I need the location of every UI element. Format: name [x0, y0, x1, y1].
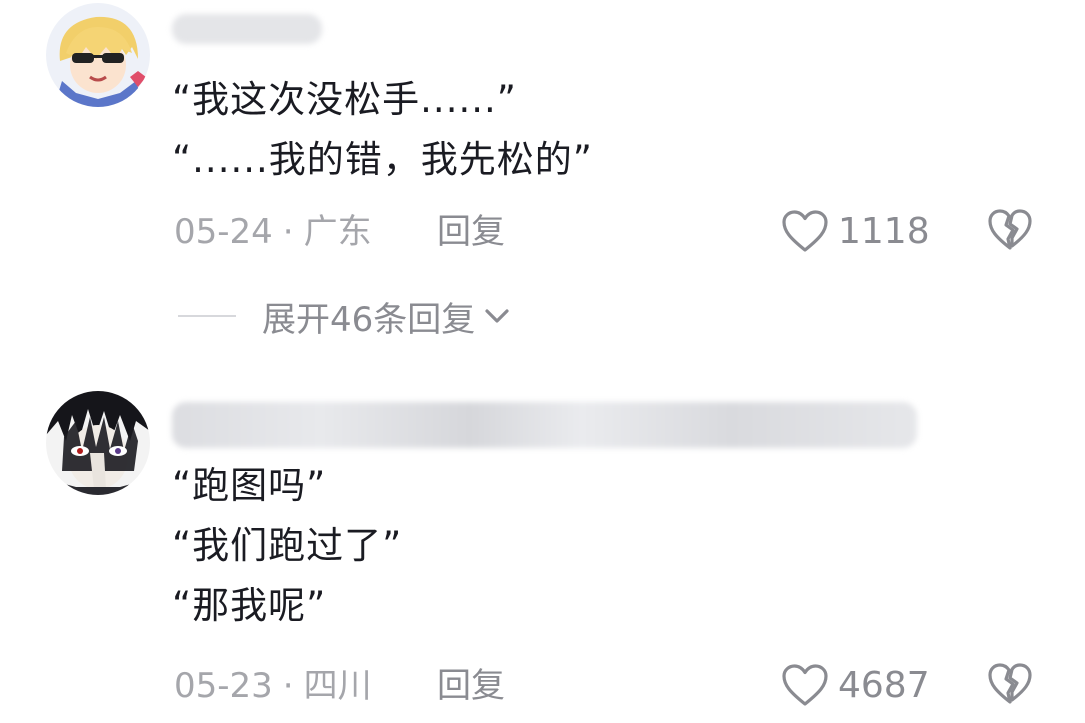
meta-separator: ·: [282, 212, 294, 252]
like-count: 1118: [838, 210, 930, 252]
comment-location: 广东: [303, 212, 372, 252]
expand-replies-button[interactable]: 展开46条回复: [178, 296, 511, 340]
avatar[interactable]: [46, 391, 150, 495]
comment-date: 05-23: [174, 666, 273, 706]
like-button[interactable]: 4687: [780, 660, 930, 710]
comment-line: “我们跑过了”: [172, 524, 403, 567]
comment-meta: 05-24 · 广东: [174, 212, 372, 252]
comment-line: “跑图吗”: [172, 464, 327, 507]
like-count: 4687: [838, 664, 930, 706]
blurred-username[interactable]: [172, 14, 322, 44]
comment-date: 05-24: [174, 212, 273, 252]
comment-item: “我这次没松手......” “......我的错，我先松的” 05-24 · 广东…: [0, 0, 1085, 260]
comment-line: “我这次没松手......”: [172, 78, 517, 121]
comment-text: “我这次没松手......” “......我的错，我先松的”: [172, 70, 593, 190]
like-button[interactable]: 1118: [780, 206, 930, 256]
meta-separator: ·: [282, 666, 294, 706]
broken-heart-icon: [988, 663, 1032, 704]
dislike-button[interactable]: [986, 206, 1034, 254]
reply-button[interactable]: 回复: [437, 212, 505, 252]
blurred-username[interactable]: [172, 402, 917, 448]
comment-location: 四川: [303, 666, 372, 706]
comment-meta: 05-23 · 四川: [174, 666, 372, 706]
divider: [178, 315, 236, 317]
comment-line: “......我的错，我先松的”: [172, 138, 593, 181]
reply-button[interactable]: 回复: [437, 666, 505, 706]
comment-item: “跑图吗” “我们跑过了” “那我呢” 05-23 · 四川 回复 4687: [0, 380, 1085, 723]
chevron-down-icon: [485, 309, 509, 323]
avatar[interactable]: [46, 3, 150, 107]
heart-outline-icon: [782, 210, 828, 252]
comment-text: “跑图吗” “我们跑过了” “那我呢”: [172, 456, 402, 636]
broken-heart-icon: [988, 209, 1032, 250]
expand-replies-label: 展开46条回复: [262, 299, 476, 340]
comment-line: “那我呢”: [172, 584, 327, 627]
heart-outline-icon: [782, 664, 828, 706]
dislike-button[interactable]: [986, 660, 1034, 708]
